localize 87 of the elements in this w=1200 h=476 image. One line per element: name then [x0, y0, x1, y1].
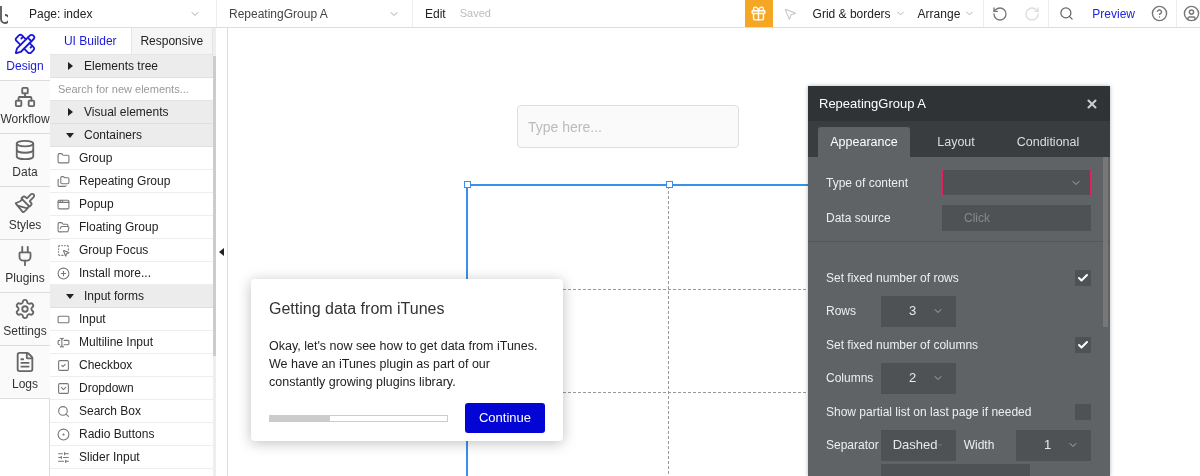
dropdown[interactable] [942, 169, 1091, 196]
gift-button[interactable] [744, 0, 773, 27]
help-icon [1151, 5, 1168, 22]
caret-icon [66, 62, 74, 70]
section-header[interactable]: Visual elements [50, 101, 213, 124]
nav-tab[interactable]: Settings [0, 293, 50, 346]
nav-tab[interactable]: Styles [0, 187, 50, 240]
checkbox-icon [57, 358, 70, 372]
edit-menu[interactable]: Edit [425, 4, 446, 23]
field-label: Separator [826, 437, 880, 454]
dropdown[interactable]: 1 [1016, 429, 1091, 461]
brush-icon [14, 192, 36, 214]
caret-icon [66, 108, 74, 116]
nav-tab[interactable]: Workflow [0, 81, 50, 134]
page-dropdown[interactable]: Page: index [14, 0, 217, 27]
field-label: Type of content [826, 174, 909, 192]
database-icon [14, 139, 36, 161]
nav-tab[interactable]: Plugins [0, 240, 50, 293]
folder-icon [57, 151, 70, 165]
field-label: Rows [826, 303, 857, 320]
section-header[interactable]: Containers [50, 124, 213, 147]
element-dropdown[interactable]: RepeatingGroup A [217, 0, 413, 27]
dropdown[interactable]: Dashed [880, 429, 956, 461]
scrollbar-thumb[interactable] [213, 56, 216, 356]
nav-tab[interactable]: Data [0, 134, 50, 187]
section-header[interactable]: Elements tree [50, 55, 213, 78]
check-icon [1077, 338, 1089, 351]
nav-tab[interactable]: Design [0, 28, 50, 81]
search-icon [57, 404, 70, 418]
panel-tab[interactable]: Conditional [1002, 127, 1094, 157]
settings-icon [14, 298, 36, 320]
caret-icon [66, 131, 74, 139]
panel-tab[interactable]: Responsive [131, 28, 213, 55]
popup-body: Okay, let's now see how to get data from iTunes. We have an iTunes plugin as part of our constantly growing plugins library. [269, 338, 539, 391]
preview-link[interactable]: Preview [1084, 4, 1143, 23]
gift-icon [750, 5, 768, 22]
field-label: Columns [826, 370, 875, 387]
radio-icon [57, 427, 70, 441]
element-item[interactable]: Floating Group [50, 216, 213, 239]
continue-button[interactable]: Continue [465, 403, 545, 433]
folder-icon [57, 220, 70, 234]
resize-handle[interactable] [666, 181, 673, 188]
logo-icon [0, 3, 8, 24]
user-icon [1183, 5, 1200, 22]
close-icon[interactable] [1085, 96, 1099, 111]
save-status: Saved [459, 6, 491, 22]
element-item[interactable]: Repeating Group [50, 170, 213, 193]
checkbox[interactable] [1075, 336, 1091, 353]
panel-tab[interactable]: Layout [910, 127, 1002, 157]
resize-handle[interactable] [464, 181, 471, 188]
redo-icon [1024, 5, 1041, 22]
search-field[interactable]: Search for new elements... [50, 78, 213, 101]
dropdown[interactable]: 3 [881, 295, 956, 327]
check-icon [1077, 271, 1089, 284]
text-cursor-icon [57, 335, 70, 349]
dropdown-icon [57, 381, 70, 395]
input-field[interactable]: Click [942, 204, 1091, 231]
slider-icon [57, 450, 70, 464]
caret-icon [66, 292, 74, 300]
element-item[interactable]: Popup [50, 193, 213, 216]
checkbox-label: Set fixed number of rows [826, 269, 959, 287]
field-label: Data source [826, 209, 891, 227]
pencil-ruler-icon [14, 33, 36, 55]
text-input-element[interactable]: Type here... [517, 105, 739, 148]
checkbox-label: Show partial list on last page if needed [826, 403, 1032, 421]
nav-tab[interactable]: Logs [0, 346, 50, 399]
checkbox[interactable] [1075, 269, 1091, 286]
checkbox-label: Set fixed number of columns [826, 336, 979, 354]
document-icon [14, 351, 36, 373]
arrange-menu[interactable]: Arrange [917, 4, 976, 23]
undo-icon [992, 5, 1009, 22]
grid-menu[interactable]: Grid & borders [812, 4, 906, 23]
collapse-arrow-icon[interactable] [219, 248, 224, 256]
account-button[interactable] [1176, 0, 1200, 27]
folders-icon [57, 174, 70, 188]
pointer-square-icon [57, 243, 70, 257]
field-label: Width [963, 437, 996, 454]
popup-title: Getting data from iTunes [269, 299, 446, 319]
search-icon [1059, 6, 1075, 21]
panel-title: RepeatingGroup A [819, 94, 926, 113]
section-header[interactable]: Input forms [50, 285, 213, 308]
window-icon [57, 197, 70, 211]
plus-circle-icon [57, 266, 70, 280]
panel-tab[interactable]: Appearance [818, 127, 910, 157]
panel-tab[interactable]: UI Builder [50, 28, 132, 55]
hierarchy-icon [14, 86, 36, 108]
dropdown[interactable]: 2 [881, 362, 956, 394]
